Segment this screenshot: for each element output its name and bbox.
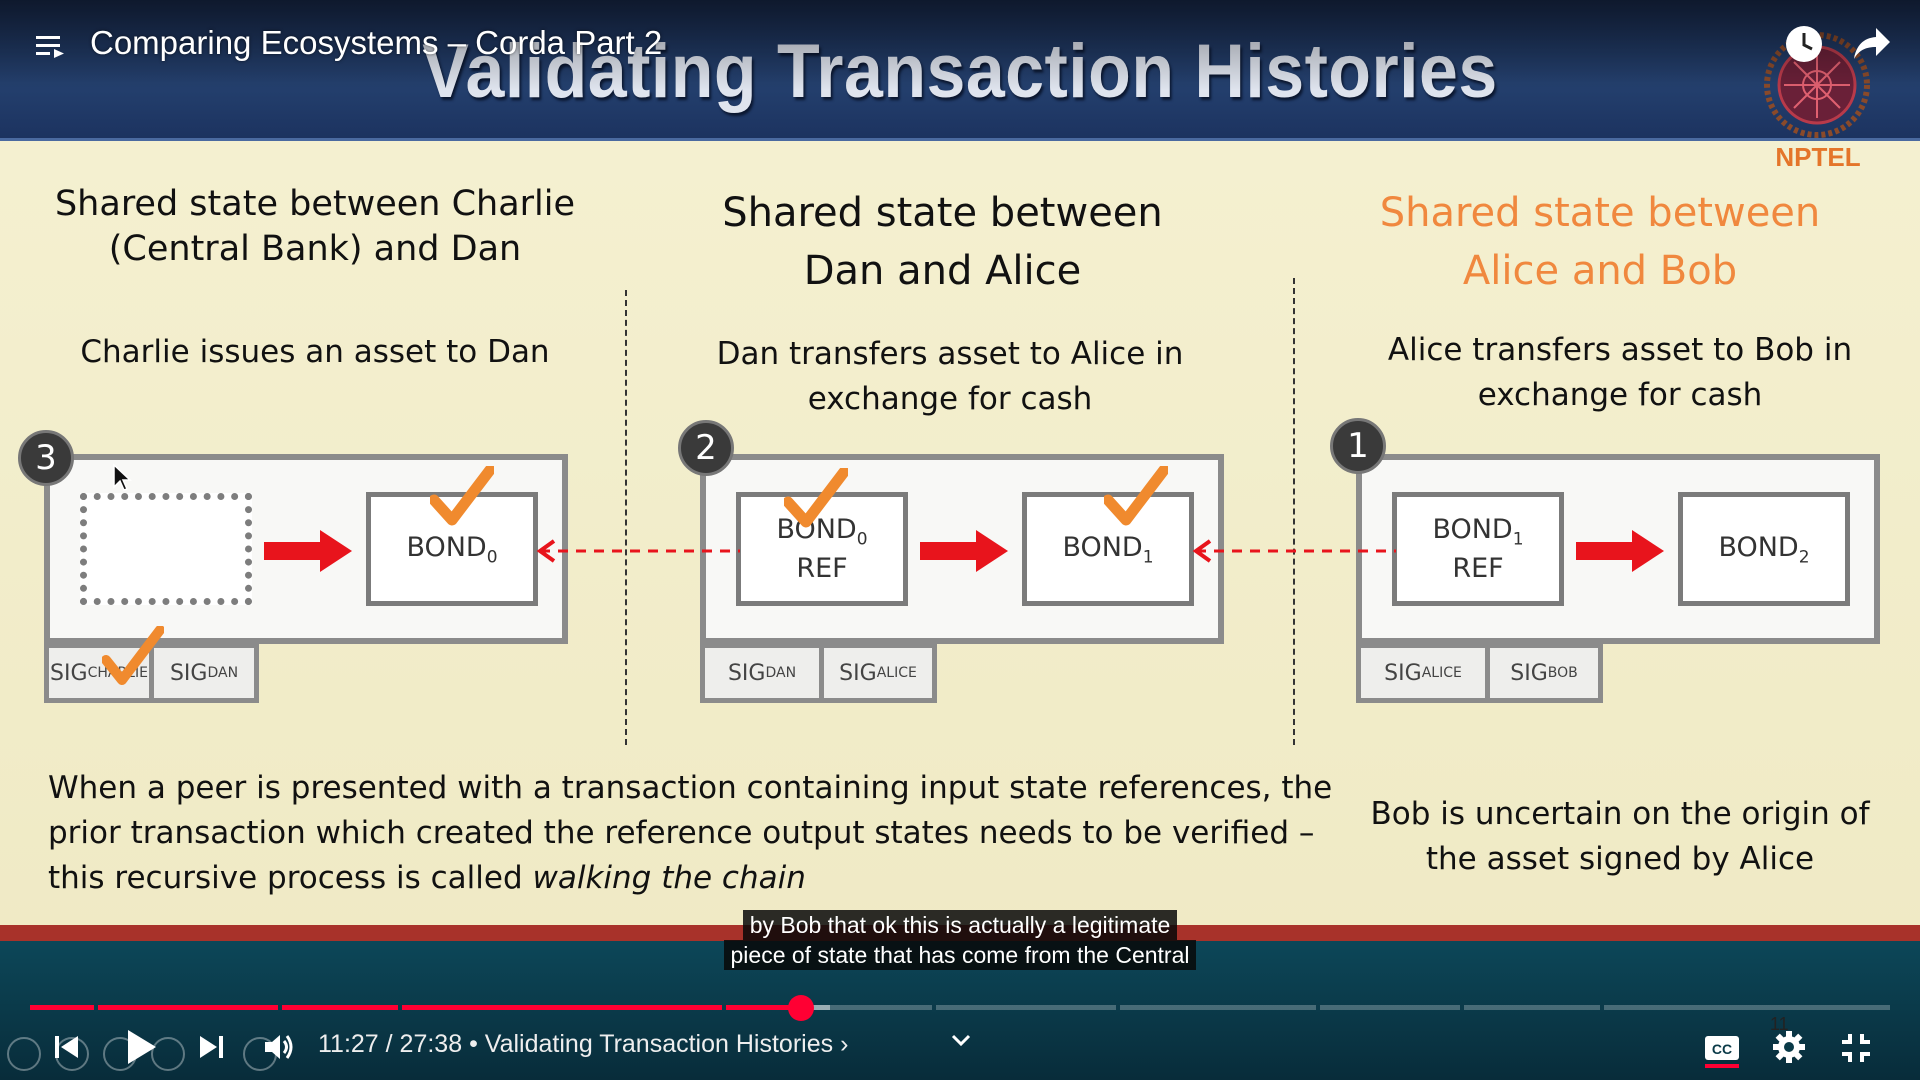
checkmark-icon (430, 466, 494, 526)
column-3-subtitle-line1: Alice transfers asset to Bob in (1387, 332, 1853, 368)
column-1-subtitle-line1: Charlie issues an asset to Dan (80, 334, 550, 370)
bond-2-output: BOND2 (1678, 492, 1850, 606)
clock-icon[interactable] (1784, 24, 1824, 64)
column-3-heading-line1: Shared state between (1379, 190, 1821, 236)
bond-0-ref-text: REF (796, 552, 848, 584)
chapter-arrow-icon: › (840, 1030, 849, 1058)
bond-0-output-label: BOND0 (406, 531, 498, 568)
transaction-2-signatures: SIG DAN SIG ALICE (700, 643, 937, 703)
column-2-subtitle-line2: exchange for cash (807, 380, 1093, 417)
column-3-subtitle-line2: exchange for cash (1477, 376, 1763, 413)
share-icon[interactable] (1852, 26, 1892, 62)
bob-uncertainty-line1: Bob is uncertain on the origin of (1370, 796, 1870, 832)
bond-1-ref-text: REF (1452, 552, 1504, 584)
bob-uncertainty-note: Bob is uncertain on the origin of the as… (1340, 792, 1900, 882)
nptel-logo-text: NPTEL (1775, 142, 1861, 172)
empty-input-placeholder (80, 493, 252, 605)
playlist-menu-icon[interactable] (34, 30, 66, 62)
checkmark-icon (1104, 466, 1168, 526)
progress-scrubber-handle[interactable] (787, 995, 814, 1021)
column-1-heading: Shared state between Charlie (Central Ba… (30, 182, 600, 272)
bond-2-output-label: BOND2 (1718, 531, 1810, 568)
previous-icon[interactable] (52, 1032, 82, 1062)
sig-bob: SIG BOB (1485, 643, 1603, 703)
chapter-marker (932, 1003, 936, 1012)
play-icon[interactable] (124, 1028, 158, 1066)
time-display: 11:27 / 27:38 (318, 1030, 463, 1058)
column-2-heading: Shared state between Dan and Alice (650, 184, 1235, 300)
column-2-subtitle: Dan transfers asset to Alice in exchange… (660, 332, 1240, 422)
column-2-heading-line2: Dan and Alice (803, 248, 1082, 294)
bond-1-ref-label: BOND1 (1432, 514, 1524, 550)
time-and-chapter[interactable]: 11:27 / 27:38 • Validating Transaction H… (318, 1030, 848, 1059)
chapter-marker (1600, 1003, 1604, 1012)
exit-fullscreen-icon[interactable] (1840, 1032, 1872, 1064)
sig-alice: SIG ALICE (819, 643, 937, 703)
step-badge-1: 1 (1330, 418, 1386, 474)
column-3-heading-line2: Alice and Bob (1462, 248, 1738, 294)
transaction-1-signatures: SIG ALICE SIG BOB (1356, 643, 1603, 703)
sig-dan: SIG DAN (700, 643, 824, 703)
volume-icon[interactable] (262, 1030, 296, 1064)
chapter-marker (1116, 1003, 1120, 1012)
column-2-subtitle-line1: Dan transfers asset to Alice in (716, 336, 1184, 372)
chapter-marker (1460, 1003, 1464, 1012)
caption-line-1: by Bob that ok this is actually a legiti… (0, 910, 1920, 940)
right-arrow-icon (920, 530, 1008, 572)
column-2-heading-line1: Shared state between (722, 190, 1163, 236)
next-icon[interactable] (196, 1032, 226, 1062)
right-arrow-icon (264, 530, 352, 572)
caption-line-2: piece of state that has come from the Ce… (0, 940, 1920, 970)
sig-dan: SIG DAN (149, 643, 259, 703)
chapter-marker (94, 1003, 98, 1012)
column-3-heading: Shared state between Alice and Bob (1310, 184, 1890, 300)
column-divider-1 (625, 290, 627, 745)
reference-arrow-right (1192, 539, 1396, 563)
bond-1-output-label: BOND1 (1062, 531, 1154, 568)
column-1-heading-line2: (Central Bank) and Dan (108, 228, 522, 269)
chapter-marker (278, 1003, 282, 1012)
column-1-subtitle: Charlie issues an asset to Dan (30, 330, 600, 375)
checkmark-icon (784, 468, 848, 528)
column-1-heading-line1: Shared state between Charlie (54, 184, 576, 224)
chapter-marker (1316, 1003, 1320, 1012)
reference-arrow-left (536, 539, 740, 563)
chapter-marker (398, 1003, 402, 1012)
chapter-marker (722, 1003, 726, 1012)
sig-alice: SIG ALICE (1356, 643, 1490, 703)
column-3-subtitle: Alice transfers asset to Bob in exchange… (1330, 328, 1910, 418)
svg-text:CC: CC (1712, 1041, 1732, 1057)
chevron-down-icon[interactable] (950, 1032, 972, 1048)
step-badge-2: 2 (678, 420, 734, 476)
step-badge-3: 3 (18, 430, 74, 486)
chapter-title: Validating Transaction Histories (484, 1030, 834, 1058)
closed-captions-icon[interactable]: CC (1704, 1032, 1740, 1068)
mouse-cursor-icon (113, 463, 132, 491)
progress-bar[interactable] (30, 1005, 1890, 1010)
subtitle-captions: by Bob that ok this is actually a legiti… (0, 910, 1920, 970)
walking-the-chain-term: walking the chain (532, 859, 806, 896)
walking-the-chain-description: When a peer is presented with a transact… (48, 770, 1333, 896)
chapter-separator: • (469, 1030, 478, 1058)
column-divider-2 (1293, 278, 1295, 745)
video-title[interactable]: Comparing Ecosystems – Corda Part 2 (90, 24, 662, 62)
bond-1-ref-input: BOND1 REF (1392, 492, 1564, 606)
progress-played (30, 1005, 801, 1010)
checkmark-icon (102, 626, 164, 685)
bob-uncertainty-line2: the asset signed by Alice (1425, 840, 1815, 877)
right-arrow-icon (1576, 530, 1664, 572)
gear-icon[interactable] (1772, 1030, 1806, 1064)
